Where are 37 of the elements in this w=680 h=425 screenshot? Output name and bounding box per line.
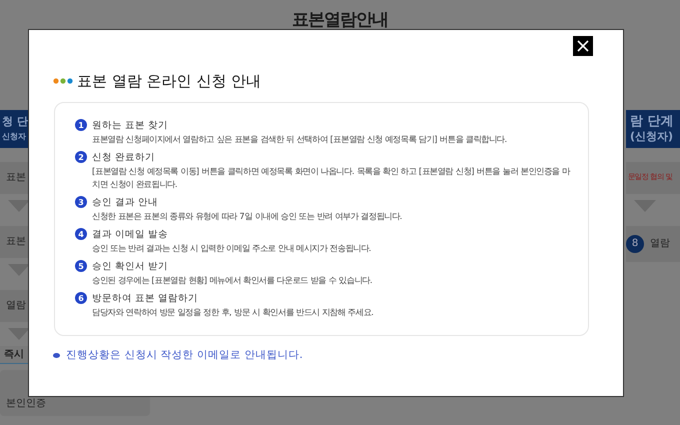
header-text: 람 단계	[630, 114, 674, 128]
bullet-icon	[53, 352, 60, 358]
step-number: 3	[75, 196, 87, 208]
step-description: 표본열람 신청페이지에서 열람하고 싶은 표본을 검색한 뒤 선택하여 [표본열람 신청 예정목록 담기] 버튼을 클릭합니다.	[91, 132, 508, 146]
chevron-down-icon	[8, 328, 30, 340]
step-number: 5	[75, 260, 87, 272]
modal-title: 표본 열람 온라인 신청 안내	[77, 71, 262, 92]
step-title: 결과 이메일 발송	[92, 228, 168, 240]
page-title: 표본열람안내	[291, 9, 389, 32]
step-title: 승인 결과 안내	[92, 196, 158, 208]
close-button[interactable]	[573, 36, 593, 56]
close-icon	[577, 40, 589, 52]
chevron-down-icon	[8, 200, 30, 212]
step-label: 열람	[650, 237, 670, 251]
info-note: 진행상황은 신청시 작성한 이메일로 안내됩니다.	[66, 348, 303, 362]
step-description: [표본열람 신청 예정목록 이동] 버튼을 클릭하면 예정목록 화면이 나옵니다. 목록을 확인 하고 [표본열람 신청] 버튼을 눌러 본인인증을 마치면 신청이 완료됩니다.	[91, 164, 572, 190]
step-number: 1	[75, 119, 87, 131]
step-description: 승인된 경우에는 [표본열람 현황] 메뉴에서 확인서를 다운로드 받을 수 있습니다.	[91, 274, 374, 286]
step-description: 담당자와 연락하여 방문 일정을 정한 후, 방문 시 확인서를 반드시 지참해 주세요.	[91, 306, 375, 318]
step-title: 방문하여 표본 열람하기	[92, 292, 198, 304]
step-description: 신청한 표본은 표본의 종류와 유형에 따라 7일 이내에 승인 또는 반려 여부가 결정됩니다.	[91, 210, 404, 222]
header-text: (신청자)	[630, 128, 674, 144]
step-description: 승인 또는 반려 결과는 신청 시 입력한 이메일 주소로 안내 메시지가 전송됩니다.	[91, 242, 372, 254]
step-number: 4	[75, 228, 87, 240]
step-title: 신청 완료하기	[92, 150, 156, 164]
step-number: 8	[626, 234, 644, 252]
step-label: 열람	[6, 299, 26, 313]
step-label: 표본	[6, 235, 26, 249]
dots-icon	[53, 78, 73, 84]
chevron-down-icon	[8, 264, 30, 276]
step-number: 6	[75, 292, 87, 304]
step-label: 표본	[6, 171, 26, 185]
step-title: 승인 확인서 받기	[92, 260, 168, 272]
header-text: 신청자	[2, 130, 26, 142]
header-text: 청 단	[2, 114, 28, 128]
step-number: 2	[75, 151, 87, 163]
step-title: 원하는 표본 찾기	[92, 118, 168, 132]
